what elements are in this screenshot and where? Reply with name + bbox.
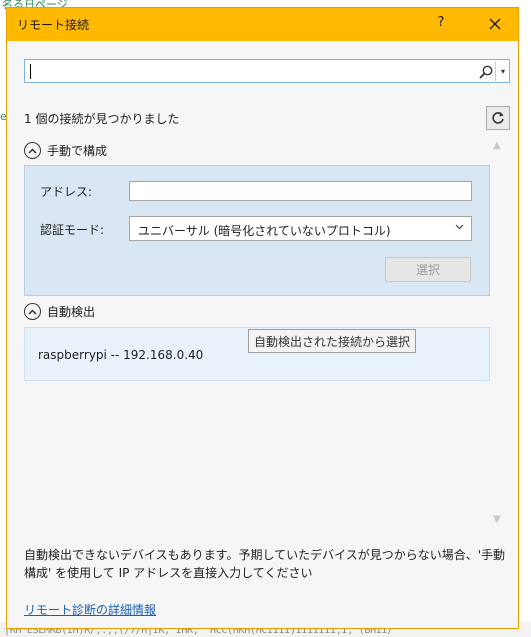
refresh-button[interactable]: [486, 106, 510, 130]
manual-config-label: 手動で構成: [47, 144, 108, 158]
device-list-item[interactable]: raspberrypi -- 192.168.0.40: [38, 348, 203, 362]
search-button[interactable]: [478, 64, 494, 80]
tooltip: 自動検出された接続から選択: [248, 329, 416, 353]
footer-note-line: 自動検出できないデバイスもあります。予期していたデバイスが見つからない場合、'手…: [24, 548, 506, 562]
scroll-down-icon[interactable]: ▼: [493, 514, 501, 525]
remote-diagnostics-link[interactable]: リモート診断の詳細情報: [24, 601, 156, 618]
footer-note: 自動検出できないデバイスもあります。予期していたデバイスが見つからない場合、'手…: [24, 546, 510, 582]
collapse-chevron-icon[interactable]: [24, 142, 41, 159]
refresh-icon: [492, 112, 504, 124]
footer-note-line: 構成' を使用して IP アドレスを直接入力してください: [24, 566, 313, 580]
text-caret: [30, 64, 31, 79]
collapse-chevron-icon[interactable]: [24, 303, 41, 320]
close-button[interactable]: [483, 12, 507, 36]
search-dropdown-button[interactable]: ▾: [495, 61, 510, 81]
auto-detect-header[interactable]: 自動検出: [24, 303, 95, 320]
dialog-title: リモート接続: [17, 18, 90, 32]
search-icon: [479, 65, 493, 79]
select-button[interactable]: 選択: [385, 257, 471, 282]
search-input[interactable]: ▾: [24, 59, 510, 83]
manual-config-panel: アドレス: 認証モード: ユニバーサル (暗号化されていないプロトコル) 選択: [24, 165, 490, 296]
remote-connection-dialog: リモート接続 ? ▾ 1 個の接続が見つかりました ▲ ▼ 手動で構成 アドレス…: [6, 7, 519, 629]
address-label: アドレス:: [40, 185, 93, 199]
auto-detect-label: 自動検出: [47, 305, 96, 319]
auth-mode-value: ユニバーサル (暗号化されていないプロトコル): [138, 224, 391, 238]
help-button[interactable]: ?: [431, 15, 451, 30]
chevron-down-icon: ▾: [500, 66, 505, 76]
connections-found-text: 1 個の接続が見つかりました: [24, 112, 180, 126]
title-bar: リモート接続 ?: [7, 8, 518, 41]
scroll-up-icon[interactable]: ▲: [493, 140, 501, 151]
auth-mode-select[interactable]: ユニバーサル (暗号化されていないプロトコル): [129, 216, 472, 241]
chevron-down-icon: [455, 223, 464, 233]
close-icon: [489, 18, 501, 30]
address-field[interactable]: [129, 181, 472, 201]
auth-mode-label: 認証モード:: [40, 223, 105, 237]
manual-config-header[interactable]: 手動で構成: [24, 142, 107, 159]
